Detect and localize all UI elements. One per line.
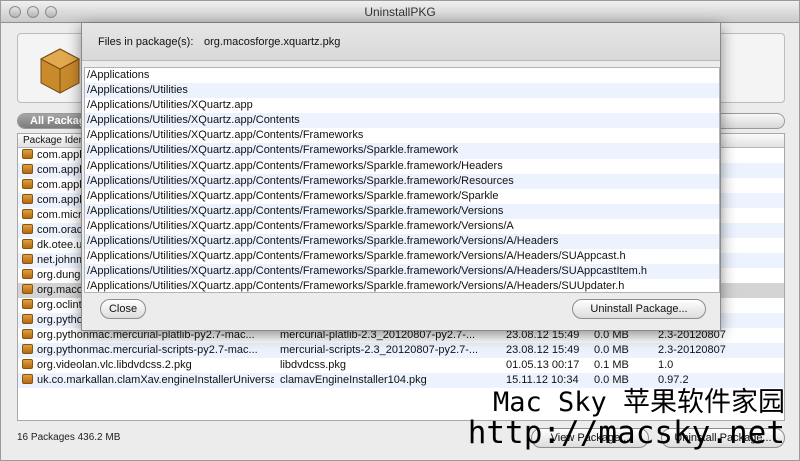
- files-sheet: Files in package(s): org.macosforge.xqua…: [81, 23, 721, 331]
- package-icon: [22, 284, 33, 294]
- file-list-item[interactable]: /Applications/Utilities/XQuartz.app/Cont…: [85, 219, 719, 234]
- package-icon: [22, 374, 33, 384]
- cell-identifier: uk.co.markallan.clamXav.engineInstallerU…: [37, 374, 274, 386]
- package-name: org.macosforge.xquartz.pkg: [204, 36, 341, 48]
- cell-identifier: dk.otee.ur: [37, 239, 86, 251]
- package-icon: [22, 314, 33, 324]
- file-list-item[interactable]: /Applications/Utilities/XQuartz.app/Cont…: [85, 113, 719, 129]
- minimize-window-button[interactable]: [27, 6, 39, 18]
- table-row[interactable]: org.pythonmac.mercurial-scripts-py2.7-ma…: [18, 343, 784, 358]
- file-list-item[interactable]: /Applications/Utilities/XQuartz.app/Cont…: [85, 279, 719, 292]
- sheet-uninstall-button[interactable]: Uninstall Package...: [572, 299, 706, 319]
- cell-identifier-wrap: uk.co.markallan.clamXav.engineInstallerU…: [22, 373, 274, 388]
- package-icon: [22, 329, 33, 339]
- cell-size: 0.1 MB: [594, 359, 629, 371]
- status-summary: 16 Packages 436.2 MB: [17, 432, 121, 443]
- cell-identifier-wrap: org.pythonmac.mercurial-scripts-py2.7-ma…: [22, 343, 274, 358]
- watermark-url: http://macsky.net: [467, 415, 785, 451]
- file-list-item[interactable]: /Applications/Utilities/XQuartz.app/Cont…: [85, 189, 719, 204]
- cell-file: clamavEngineInstaller104.pkg: [280, 374, 427, 386]
- file-list-item[interactable]: /Applications/Utilities/XQuartz.app/Cont…: [85, 173, 719, 189]
- file-list-item[interactable]: /Applications: [85, 68, 719, 83]
- cell-file: mercurial-scripts-2.3_20120807-py2.7-...: [280, 344, 479, 356]
- package-icon: [22, 299, 33, 309]
- file-list-item[interactable]: /Applications/Utilities/XQuartz.app/Cont…: [85, 143, 719, 159]
- app-window: UninstallPKG All Packages Package Identi…: [0, 0, 800, 461]
- package-icon: [22, 149, 33, 159]
- cell-identifier: org.videolan.vlc.libdvdcss.2.pkg: [37, 359, 192, 371]
- file-list-item[interactable]: /Applications/Utilities/XQuartz.app/Cont…: [85, 128, 719, 143]
- package-icon: [22, 254, 33, 264]
- cell-identifier: net.johnm: [37, 254, 86, 266]
- close-button[interactable]: Close: [100, 299, 146, 319]
- package-box-icon: [39, 48, 81, 94]
- files-label: Files in package(s):: [98, 36, 194, 48]
- cell-date: 01.05.13 00:17: [506, 359, 580, 371]
- cell-identifier: org.pythonmac.mercurial-scripts-py2.7-ma…: [37, 344, 258, 356]
- table-row[interactable]: org.videolan.vlc.libdvdcss.2.pkg libdvdcs…: [18, 358, 784, 373]
- cell-file: libdvdcss.pkg: [280, 359, 347, 371]
- package-icon: [22, 239, 33, 249]
- sheet-header: Files in package(s): org.macosforge.xqua…: [82, 23, 720, 61]
- watermark-title: Mac Sky 苹果软件家园: [492, 387, 785, 418]
- package-icon: [22, 224, 33, 234]
- package-icon: [22, 344, 33, 354]
- cell-date: 23.08.12 15:49: [506, 344, 580, 356]
- file-list-item[interactable]: /Applications/Utilities/XQuartz.app/Cont…: [85, 264, 719, 280]
- package-icon: [22, 194, 33, 204]
- package-icon: [22, 269, 33, 279]
- package-icon: [22, 209, 33, 219]
- tab-all-packages[interactable]: All Packages: [18, 114, 88, 128]
- file-list-item[interactable]: /Applications/Utilities/XQuartz.app/Cont…: [85, 249, 719, 264]
- file-list-item[interactable]: /Applications/Utilities: [85, 83, 719, 99]
- cell-identifier: org.oclint.: [37, 299, 85, 311]
- window-title: UninstallPKG: [364, 5, 436, 19]
- cell-size: 0.0 MB: [594, 344, 629, 356]
- file-list-item[interactable]: /Applications/Utilities/XQuartz.app/Cont…: [85, 203, 719, 219]
- title-bar: UninstallPKG: [1, 1, 799, 23]
- file-list-item[interactable]: /Applications/Utilities/XQuartz.app/Cont…: [85, 234, 719, 250]
- cell-version: 1.0: [658, 359, 674, 371]
- package-icon: [22, 359, 33, 369]
- zoom-window-button[interactable]: [45, 6, 57, 18]
- files-list[interactable]: /Applications/Applications/Utilities/App…: [84, 67, 720, 293]
- cell-identifier-wrap: org.videolan.vlc.libdvdcss.2.pkg: [22, 358, 274, 373]
- file-list-item[interactable]: /Applications/Utilities/XQuartz.app/Cont…: [85, 159, 719, 174]
- cell-version: 2.3-20120807: [658, 344, 726, 356]
- package-icon: [22, 179, 33, 189]
- file-list-item[interactable]: /Applications/Utilities/XQuartz.app: [85, 98, 719, 113]
- package-icon: [22, 164, 33, 174]
- close-window-button[interactable]: [9, 6, 21, 18]
